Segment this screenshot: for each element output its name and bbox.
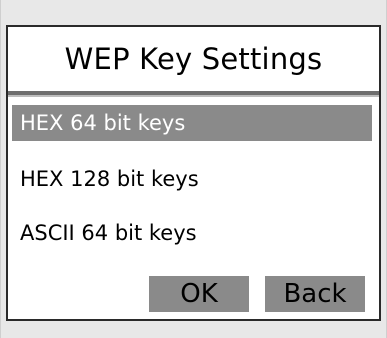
wep-key-settings-dialog: WEP Key Settings HEX 64 bit keys HEX 128… [6,25,381,321]
screen: WEP Key Settings HEX 64 bit keys HEX 128… [0,0,387,338]
title-divider-shadow [8,95,379,97]
option-hex-64[interactable]: HEX 64 bit keys [12,105,372,141]
option-ascii-64[interactable]: ASCII 64 bit keys [12,215,372,251]
ok-button[interactable]: OK [149,276,249,312]
dialog-title-bar: WEP Key Settings [8,27,379,91]
option-hex-128[interactable]: HEX 128 bit keys [12,161,372,197]
back-button[interactable]: Back [265,276,365,312]
dialog-title: WEP Key Settings [64,42,323,76]
